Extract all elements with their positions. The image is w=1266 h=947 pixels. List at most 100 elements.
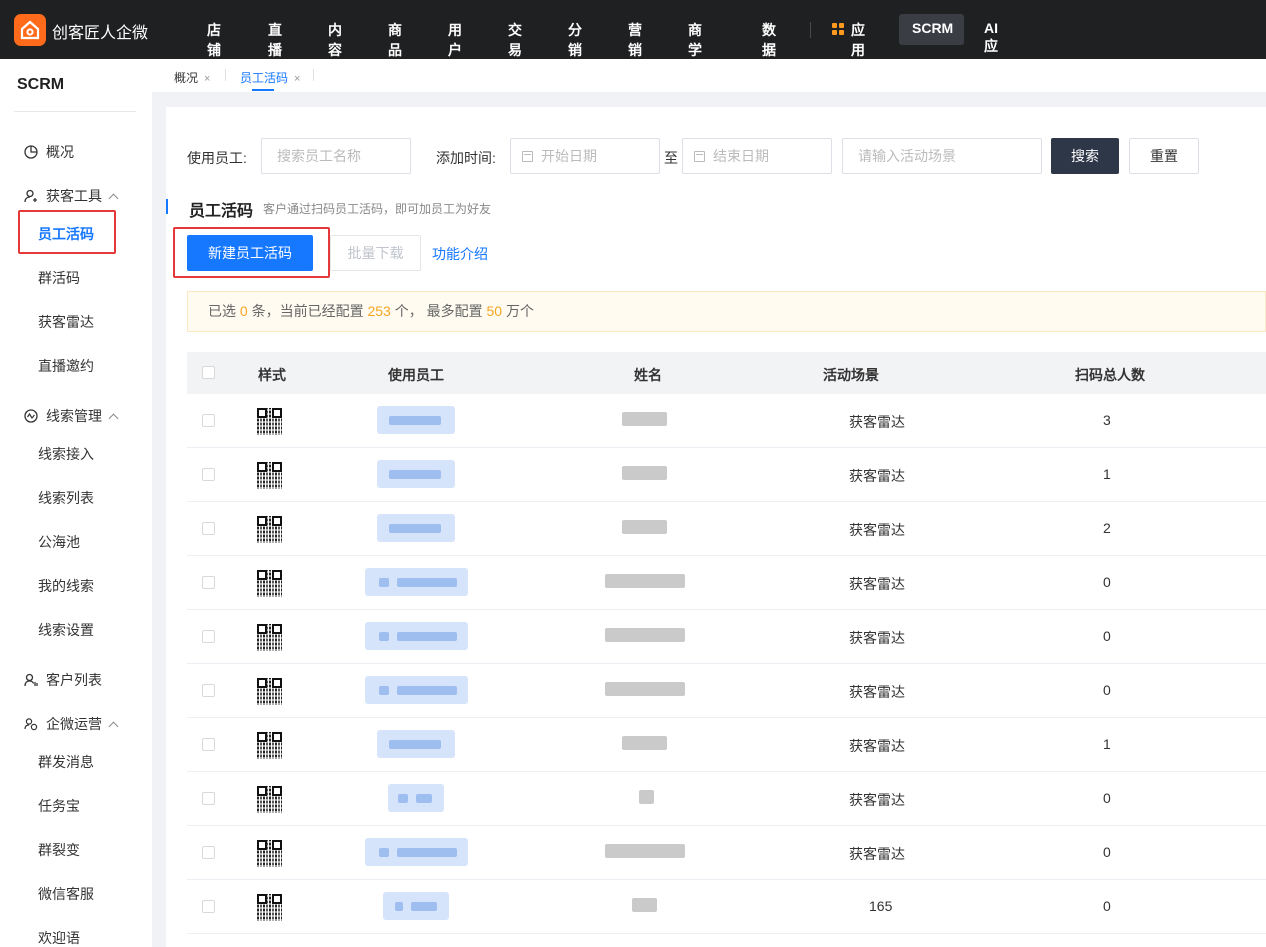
nav-item-content[interactable]: 内容 [328,20,342,60]
nav-item-distribution[interactable]: 分销 [568,20,582,60]
row-checkbox[interactable] [202,468,215,481]
nav-item-data[interactable]: 数据 [762,20,776,60]
qr-code-icon[interactable] [257,570,282,597]
table-row[interactable]: 获客雷达 0 [187,610,1266,664]
scene-cell: 获客雷达 [849,414,905,430]
clock-pie-icon [24,145,38,159]
end-date-placeholder: 结束日期 [713,148,769,164]
scans-cell: 0 [1103,844,1111,860]
highlight-box-new-button [173,227,330,278]
sidebar-item-live-invite[interactable]: 直播邀约 [38,356,94,376]
search-button[interactable]: 搜索 [1051,138,1119,174]
user-plus-icon [24,189,37,203]
qr-code-icon[interactable] [257,408,282,435]
calendar-icon [522,151,533,162]
employee-tag-redacted [377,460,455,488]
end-date-input[interactable]: 结束日期 [682,138,832,174]
table-row[interactable]: 获客雷达 3 [187,394,1266,448]
configured-count: 253 [367,303,391,319]
nav-item-trade[interactable]: 交易 [508,20,522,60]
employee-search-input[interactable]: 搜索员工名称 [261,138,411,174]
tab-separator [225,69,226,81]
sidebar-item-customer-list[interactable]: 客户列表 [24,670,102,690]
row-checkbox[interactable] [202,900,215,913]
qr-code-icon[interactable] [257,678,282,705]
tab-active-underline [252,89,274,91]
sidebar-group-wecom-ops[interactable]: 企微运营 [24,714,119,734]
table-row[interactable]: 获客雷达 1 [187,448,1266,502]
qr-code-icon[interactable] [257,732,282,759]
sidebar-item-group-fission[interactable]: 群裂变 [38,840,80,860]
nav-item-live[interactable]: 直播 [268,20,282,60]
sidebar-item-lead-list[interactable]: 线索列表 [38,488,94,508]
row-checkbox[interactable] [202,414,215,427]
employee-filter-label: 使用员工: [187,150,247,166]
sidebar-item-lead-settings[interactable]: 线索设置 [38,620,94,640]
top-nav-bar: 创客匠人企微 店铺 直播 内容 商品 用户 交易 分销 营销 商学院 数据 应用… [0,0,1266,78]
row-checkbox[interactable] [202,630,215,643]
sidebar-item-group-code[interactable]: 群活码 [38,268,80,288]
row-checkbox[interactable] [202,738,215,751]
table-row[interactable]: 获客雷达 0 [187,556,1266,610]
name-redacted [605,844,685,858]
row-checkbox[interactable] [202,522,215,535]
sidebar-group-leads[interactable]: 线索管理 [24,406,119,426]
sidebar-group-label: 企微运营 [46,716,102,732]
nav-item-products[interactable]: 商品 [388,20,402,60]
scene-cell: 获客雷达 [849,576,905,592]
table-row[interactable]: 获客雷达 1 [187,718,1266,772]
sidebar-divider [14,111,136,112]
sidebar-item-public-pool[interactable]: 公海池 [38,532,80,552]
close-icon[interactable]: × [204,73,210,85]
sidebar-title: SCRM [17,76,65,93]
col-employee: 使用员工 [388,367,444,383]
row-checkbox[interactable] [202,792,215,805]
sidebar-item-mass-message[interactable]: 群发消息 [38,752,94,772]
sidebar-item-radar[interactable]: 获客雷达 [38,312,94,332]
sidebar-group-acquire[interactable]: 获客工具 [24,186,119,206]
sidebar-item-lead-intake[interactable]: 线索接入 [38,444,94,464]
scene-cell: 获客雷达 [849,522,905,538]
nav-item-users[interactable]: 用户 [448,20,462,60]
sidebar-item-welcome[interactable]: 欢迎语 [38,928,80,947]
row-checkbox[interactable] [202,846,215,859]
select-all-checkbox[interactable] [202,366,215,379]
sidebar-item-my-leads[interactable]: 我的线索 [38,576,94,596]
scene-cell: 获客雷达 [849,846,905,862]
notice-text: 万个 [502,303,534,319]
start-date-input[interactable]: 开始日期 [510,138,660,174]
reset-button[interactable]: 重置 [1129,138,1199,174]
table-row[interactable]: 获客雷达 2 [187,502,1266,556]
sidebar: SCRM 概况 获客工具 员工活码 群活码 获客雷达 直播邀约 线索管理 线索接… [0,59,152,947]
nav-item-marketing[interactable]: 营销 [628,20,642,60]
table-row[interactable]: 获客雷达 0 [187,664,1266,718]
nav-item-store[interactable]: 店铺 [207,20,221,60]
section-accent-bar [166,199,168,214]
max-count: 50 [486,303,503,319]
house-logo-icon[interactable] [14,14,46,46]
table-row[interactable]: 获客雷达 0 [187,826,1266,880]
scene-search-input[interactable]: 请输入活动场景 [842,138,1042,174]
batch-download-button[interactable]: 批量下载 [330,235,421,271]
sidebar-item-task-treasure[interactable]: 任务宝 [38,796,80,816]
table-row[interactable]: 获客雷达 0 [187,772,1266,826]
qr-code-icon[interactable] [257,840,282,867]
row-checkbox[interactable] [202,684,215,697]
qr-code-icon[interactable] [257,624,282,651]
sidebar-item-overview[interactable]: 概况 [24,142,74,162]
qr-code-icon[interactable] [257,894,282,921]
name-redacted [622,736,667,750]
close-icon[interactable]: × [294,73,300,85]
tab-overview[interactable]: 概况 × [174,69,210,86]
sidebar-item-wechat-service[interactable]: 微信客服 [38,884,94,904]
tab-employee-code[interactable]: 员工活码 × [240,69,300,86]
qr-code-icon[interactable] [257,786,282,813]
feature-intro-link[interactable]: 功能介绍 [432,244,488,264]
row-checkbox[interactable] [202,576,215,589]
table-row[interactable]: 165 0 [187,880,1266,934]
nav-item-apps[interactable]: 应用 [851,20,865,60]
employee-tag-redacted [377,730,455,758]
qr-code-icon[interactable] [257,462,282,489]
nav-item-scrm[interactable]: SCRM [912,20,953,36]
qr-code-icon[interactable] [257,516,282,543]
